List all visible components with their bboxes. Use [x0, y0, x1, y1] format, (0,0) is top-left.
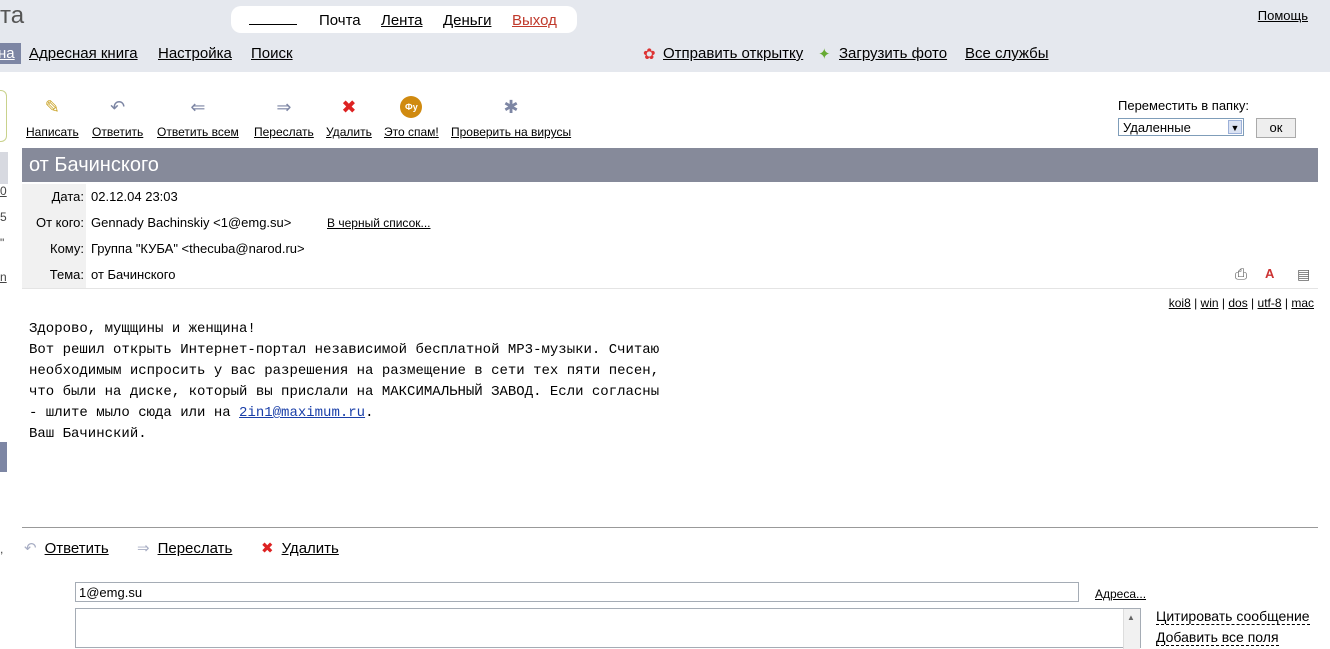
pencil-icon: ✎	[44, 97, 60, 117]
left-fragment: ,	[0, 542, 4, 556]
bottom-forward-link[interactable]: Переслать	[158, 540, 233, 557]
body-signature: Ваш Бачинский.	[29, 426, 147, 442]
left-fragment[interactable]: n	[0, 270, 7, 284]
message-properties-icon[interactable]: ▤	[1297, 266, 1310, 283]
body-line: Здорово, мущщины и женщина!	[29, 321, 256, 337]
date-label: Дата:	[22, 189, 84, 204]
bottom-forward-action[interactable]: ⇒ Переслать	[137, 539, 232, 557]
top-nav-mail: Почта	[319, 12, 361, 29]
subject-label: Тема:	[22, 267, 84, 282]
spellcheck-icon[interactable]: A	[1265, 266, 1274, 281]
reply-textarea[interactable]: ▲	[75, 608, 1141, 649]
to-label: Кому:	[22, 241, 84, 256]
reply-scrollbar[interactable]: ▲	[1123, 609, 1140, 649]
blacklist-link[interactable]: В черный список...	[327, 216, 431, 230]
forward-button[interactable]: ⇒ Переслать	[254, 96, 314, 139]
left-blue-tab[interactable]	[0, 442, 7, 472]
reply-to-input[interactable]: 1@emg.su	[75, 582, 1079, 602]
top-nav-exit-link[interactable]: Выход	[512, 12, 557, 29]
folder-select-value: Удаленные	[1123, 120, 1191, 135]
left-folder-highlight[interactable]	[0, 152, 8, 184]
encoding-utf8-link[interactable]: utf-8	[1258, 296, 1282, 310]
left-fragment: 5	[0, 210, 7, 224]
virus-check-button[interactable]: ✱ Проверить на вирусы	[451, 96, 571, 139]
menu-settings-link[interactable]: Настройка	[158, 45, 232, 62]
spam-button[interactable]: Фу Это спам!	[384, 96, 439, 139]
reply-all-icon: ⇐	[190, 97, 206, 117]
quote-message-link[interactable]: Цитировать сообщение	[1156, 608, 1310, 625]
encoding-switcher: koi8 | win | dos | utf-8 | mac	[1168, 296, 1314, 310]
left-compose-box[interactable]	[0, 90, 7, 142]
photo-upload-icon: ✦	[818, 46, 831, 63]
forward-icon: ⇒	[137, 540, 150, 557]
all-services-link[interactable]: Все службы	[965, 45, 1049, 62]
top-nav-feed-link[interactable]: Лента	[381, 12, 423, 29]
body-line: - шлите мыло сюда или на 2in1@maximum.ru…	[29, 405, 374, 421]
top-nav-money-link[interactable]: Деньги	[443, 12, 491, 29]
top-nav-blank-link[interactable]	[249, 10, 297, 25]
encoding-dos-link[interactable]: dos	[1228, 296, 1247, 310]
reply-button[interactable]: ↶ Ответить	[92, 96, 143, 139]
folder-select[interactable]: Удаленные ▼	[1118, 118, 1244, 136]
body-line: что были на диске, который вы прислали н…	[29, 384, 660, 400]
delete-icon: ✖	[261, 540, 274, 557]
body-divider	[22, 527, 1318, 528]
top-nav: Почта Лента Деньги Выход	[231, 6, 577, 33]
reply-icon: ↶	[110, 97, 126, 117]
menu-search-link[interactable]: Поиск	[251, 45, 293, 62]
scroll-up-icon[interactable]: ▲	[1127, 613, 1135, 622]
headers-divider	[22, 288, 1318, 289]
date-value: 02.12.04 23:03	[91, 189, 178, 204]
subject-value: от Бачинского	[91, 267, 176, 282]
encoding-koi8-link[interactable]: koi8	[1169, 296, 1191, 310]
bottom-delete-link[interactable]: Удалить	[282, 540, 339, 557]
encoding-win-link[interactable]: win	[1201, 296, 1219, 310]
from-label: От кого:	[22, 215, 84, 230]
to-value: Группа "КУБА" <thecuba@narod.ru>	[91, 241, 305, 256]
upload-photo-link[interactable]: Загрузить фото	[839, 45, 947, 62]
help-link[interactable]: Помощь	[1258, 8, 1308, 23]
addresses-link[interactable]: Адреса...	[1095, 587, 1146, 601]
message-body: Здорово, мущщины и женщина! Вот решил отк…	[29, 319, 659, 445]
print-icon[interactable]: ⎙	[1235, 266, 1247, 283]
left-sidebar-fragment: 0 5 " n ,	[0, 72, 22, 639]
encoding-mac-link[interactable]: mac	[1291, 296, 1314, 310]
delete-button[interactable]: ✖ Удалить	[326, 96, 372, 139]
chevron-down-icon[interactable]: ▼	[1228, 120, 1242, 134]
move-to-folder-label: Переместить в папку:	[1118, 98, 1250, 113]
bottom-reply-action[interactable]: ↶ Ответить	[24, 539, 109, 557]
reply-all-button[interactable]: ⇐ Ответить всем	[157, 96, 239, 139]
flower-icon: ✿	[643, 46, 656, 63]
bottom-delete-action[interactable]: ✖ Удалить	[261, 539, 339, 557]
virus-check-icon: ✱	[503, 97, 519, 117]
compose-button[interactable]: ✎ Написать	[26, 96, 79, 139]
body-line: необходимым испросить у вас разрешения н…	[29, 363, 660, 379]
delete-icon: ✖	[341, 97, 357, 117]
reply-icon: ↶	[24, 540, 37, 557]
menu-address-book-link[interactable]: Адресная книга	[29, 45, 138, 62]
mail-tab[interactable]: на	[0, 43, 21, 64]
body-line: Вот решил открыть Интернет-портал незави…	[29, 342, 660, 358]
send-postcard-link[interactable]: Отправить открытку	[663, 45, 803, 62]
left-fragment: "	[0, 236, 5, 250]
forward-icon: ⇒	[276, 97, 292, 117]
message-subject-bar: от Бачинского	[22, 148, 1318, 182]
body-email-link[interactable]: 2in1@maximum.ru	[239, 405, 365, 421]
move-ok-button[interactable]: ок	[1256, 118, 1296, 138]
spam-icon: Фу	[400, 96, 423, 118]
message-subject-title: от Бачинского	[29, 154, 159, 176]
left-fragment[interactable]: 0	[0, 184, 7, 198]
add-all-fields-link[interactable]: Добавить все поля	[1156, 629, 1279, 646]
brand-logo-fragment: та	[0, 2, 25, 29]
bottom-reply-link[interactable]: Ответить	[45, 540, 109, 557]
from-value: Gennady Bachinskiy <1@emg.su>	[91, 215, 292, 230]
